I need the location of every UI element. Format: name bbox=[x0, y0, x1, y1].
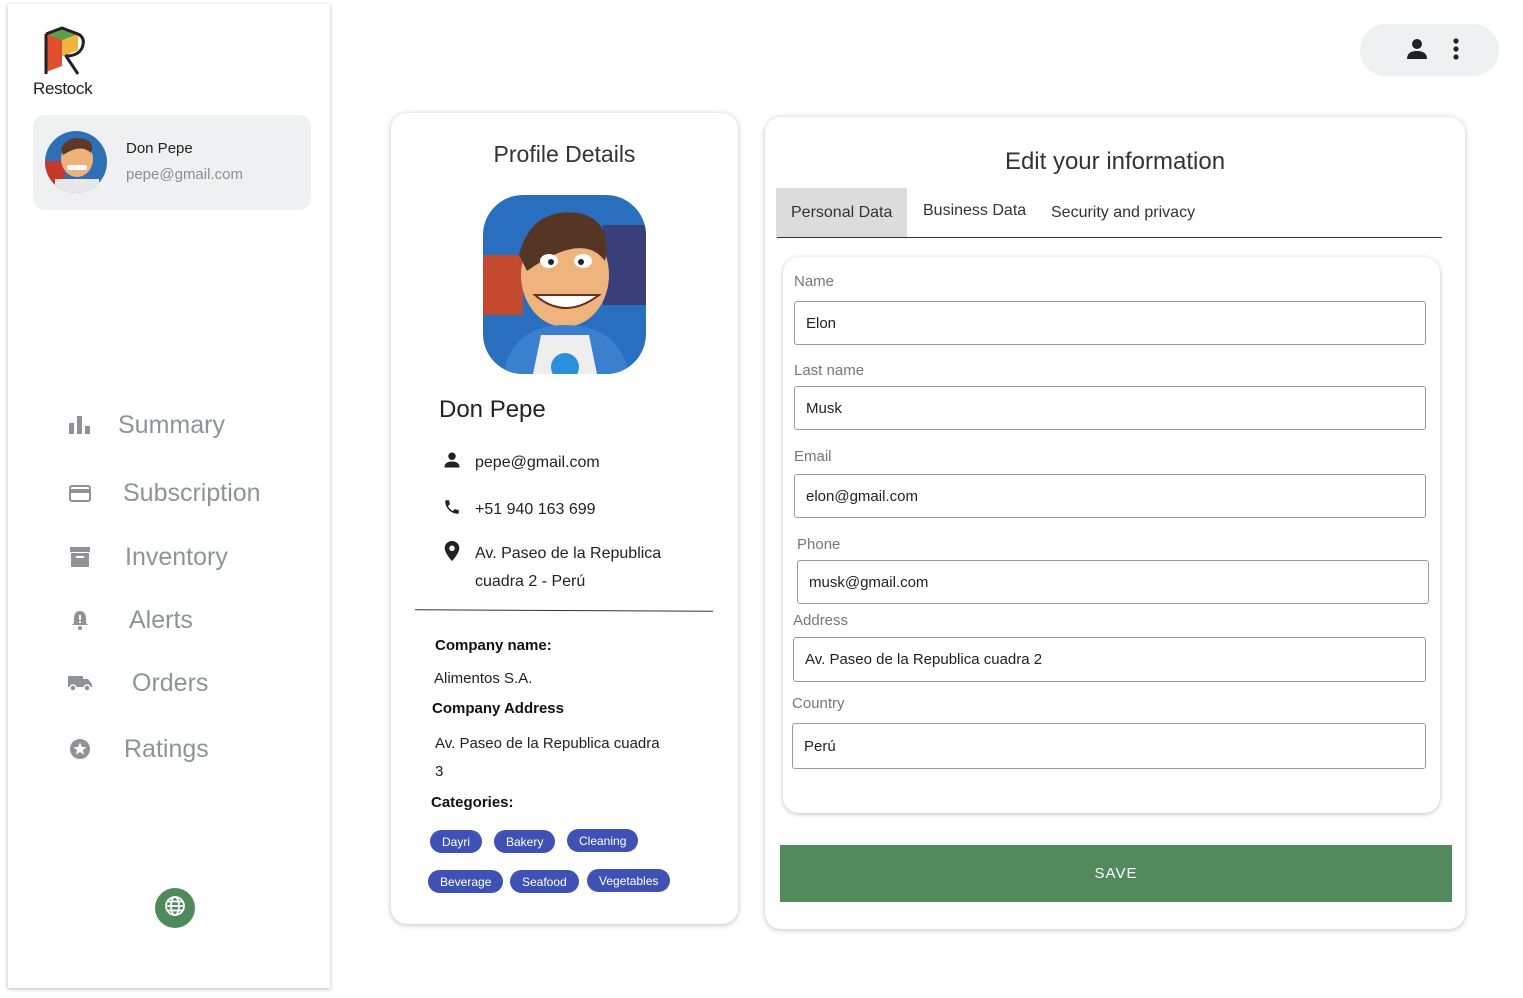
sidebar-item-alerts[interactable]: Alerts bbox=[68, 600, 193, 640]
company-address-line2: 3 bbox=[435, 763, 444, 780]
sidebar-user-email: pepe@gmail.com bbox=[126, 166, 243, 183]
profile-phone-row: +51 940 163 699 bbox=[441, 496, 596, 524]
category-chip[interactable]: Seafood bbox=[510, 870, 579, 893]
sidebar-item-subscription[interactable]: Subscription bbox=[68, 473, 261, 513]
company-name: Alimentos S.A. bbox=[434, 670, 533, 687]
profile-name: Don Pepe bbox=[439, 396, 546, 423]
save-button[interactable]: SAVE bbox=[780, 845, 1452, 902]
truck-icon bbox=[68, 671, 92, 695]
personal-data-form: Name Last name Email Phone Address Count… bbox=[783, 257, 1440, 813]
company-name-label: Company name: bbox=[435, 637, 552, 654]
edit-title: Edit your information bbox=[1004, 148, 1226, 175]
sidebar-item-inventory[interactable]: Inventory bbox=[68, 537, 228, 577]
credit-card-icon bbox=[68, 481, 92, 505]
categories-label: Categories: bbox=[431, 794, 514, 811]
profile-email-row: pepe@gmail.com bbox=[441, 449, 600, 477]
profile-title: Profile Details bbox=[493, 141, 636, 167]
name-input[interactable] bbox=[794, 301, 1426, 345]
divider bbox=[414, 609, 714, 612]
tab-personal-data[interactable]: Personal Data bbox=[776, 188, 908, 238]
category-chip[interactable]: Beverage bbox=[428, 870, 504, 893]
profile-address-row: Av. Paseo de la Republica cuadra 2 - Per… bbox=[441, 540, 661, 596]
phone-input[interactable] bbox=[797, 560, 1429, 604]
bar-chart-icon bbox=[68, 413, 92, 437]
location-pin-icon bbox=[441, 540, 463, 562]
person-icon[interactable] bbox=[1405, 37, 1429, 66]
profile-address-line1: Av. Paseo de la Republica bbox=[475, 545, 662, 562]
sidebar-item-label: Inventory bbox=[125, 542, 228, 571]
app-name: Restock bbox=[33, 79, 93, 98]
last-name-label: Last name bbox=[794, 362, 865, 379]
edit-information-card: Edit your information Personal Data Busi… bbox=[765, 117, 1465, 929]
category-chip[interactable]: Vegetables bbox=[587, 869, 671, 892]
company-address-line1: Av. Paseo de la Republica cuadra bbox=[435, 735, 660, 752]
more-vert-icon[interactable] bbox=[1451, 36, 1461, 67]
last-name-input[interactable] bbox=[794, 386, 1426, 430]
avatar bbox=[45, 131, 107, 193]
country-input[interactable] bbox=[792, 723, 1426, 769]
star-circle-icon bbox=[68, 737, 92, 761]
tab-business-data[interactable]: Business Data bbox=[923, 186, 1026, 236]
sidebar-item-label: Summary bbox=[118, 410, 225, 439]
category-chip[interactable]: Dayri bbox=[430, 830, 483, 853]
sidebar-user-card[interactable]: Don Pepe pepe@gmail.com bbox=[33, 115, 311, 210]
header-actions bbox=[1360, 24, 1499, 76]
phone-icon bbox=[441, 496, 463, 518]
tab-security-privacy[interactable]: Security and privacy bbox=[1051, 188, 1195, 238]
profile-email: pepe@gmail.com bbox=[475, 454, 600, 471]
profile-phone: +51 940 163 699 bbox=[475, 501, 596, 518]
sidebar-item-summary[interactable]: Summary bbox=[68, 405, 225, 445]
sidebar-item-orders[interactable]: Orders bbox=[68, 663, 208, 703]
sidebar-item-label: Alerts bbox=[129, 605, 193, 634]
profile-photo bbox=[483, 195, 646, 374]
language-button[interactable] bbox=[155, 888, 195, 928]
category-chip[interactable]: Cleaning bbox=[567, 829, 639, 852]
tabs-divider bbox=[777, 237, 1442, 238]
archive-icon bbox=[68, 545, 92, 569]
sidebar: Restock Don Pepe pepe@gmail.com Summary … bbox=[8, 4, 330, 988]
name-label: Name bbox=[794, 273, 835, 290]
bell-alert-icon bbox=[68, 608, 92, 632]
sidebar-item-label: Orders bbox=[132, 668, 209, 697]
address-label: Address bbox=[793, 612, 849, 629]
phone-label: Phone bbox=[797, 536, 841, 553]
profile-details-card: Profile Details Don Pepe pepe@gmail.com … bbox=[391, 113, 738, 924]
globe-icon bbox=[164, 895, 186, 922]
country-label: Country bbox=[792, 695, 845, 712]
sidebar-item-ratings[interactable]: Ratings bbox=[68, 729, 209, 769]
person-icon bbox=[441, 449, 463, 471]
company-address-label: Company Address bbox=[432, 700, 564, 717]
sidebar-item-label: Subscription bbox=[123, 478, 261, 507]
category-chip[interactable]: Bakery bbox=[494, 830, 556, 853]
sidebar-user-name: Don Pepe bbox=[126, 140, 193, 157]
address-input[interactable] bbox=[793, 637, 1426, 682]
email-label: Email bbox=[794, 448, 832, 465]
sidebar-item-label: Ratings bbox=[124, 734, 209, 763]
email-field[interactable] bbox=[794, 474, 1426, 518]
profile-address-line2: cuadra 2 - Perú bbox=[475, 573, 586, 590]
